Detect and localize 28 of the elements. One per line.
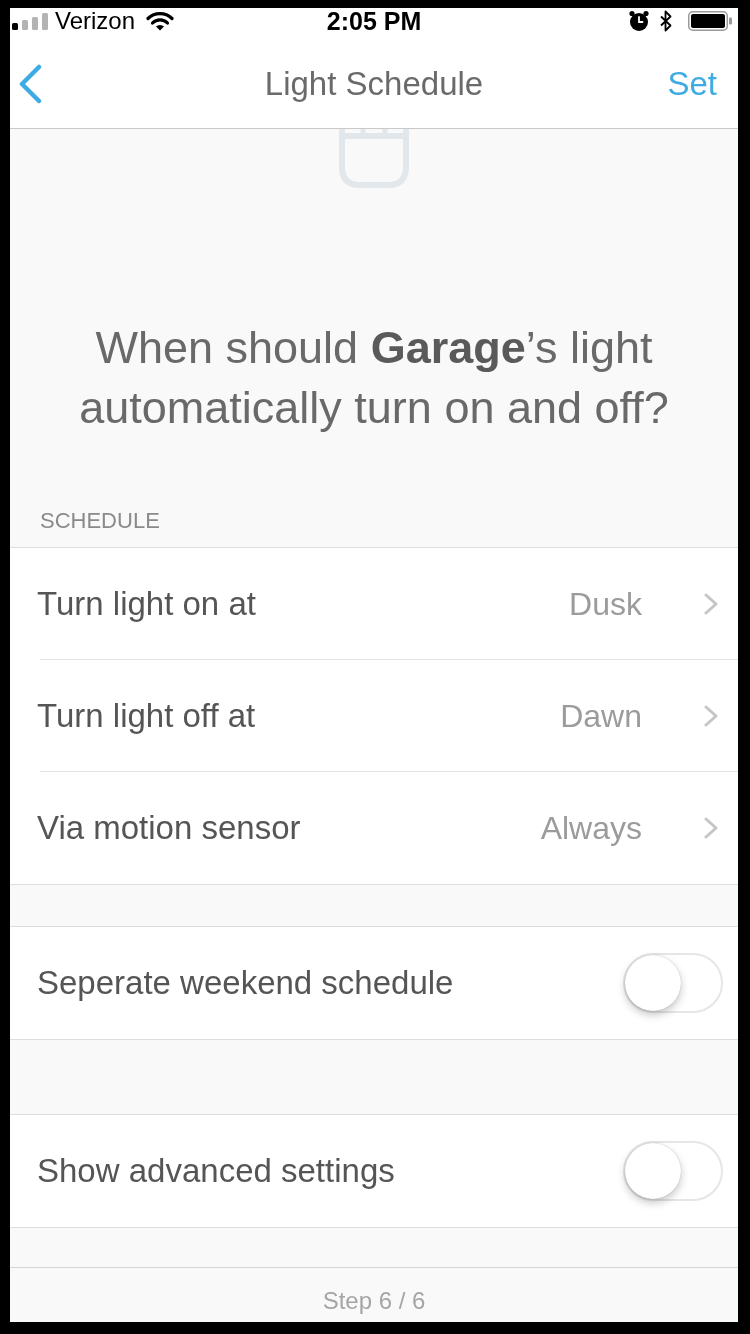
section-header: SCHEDULE xyxy=(39,508,161,535)
back-icon[interactable] xyxy=(18,64,42,104)
row-label: Via motion sensor xyxy=(37,809,302,847)
row-label: Seperate weekend schedule xyxy=(37,964,455,1002)
prompt-text: When should Garage’s light automatically turn on and off? xyxy=(78,321,670,435)
step-indicator: Step 6 / 6 xyxy=(322,1287,426,1315)
battery-icon xyxy=(688,11,732,31)
row-value: Dusk xyxy=(569,585,642,623)
chevron-icon xyxy=(704,593,718,615)
schedule-row[interactable]: Via motion sensor Always xyxy=(10,772,738,884)
chevron-icon xyxy=(704,817,718,839)
row-label: Turn light on at xyxy=(37,585,257,623)
schedule-row[interactable]: Turn light on at Dusk xyxy=(10,548,738,660)
toggle-switch[interactable] xyxy=(623,1141,723,1201)
row-value: Always xyxy=(540,809,642,847)
row-value: Dawn xyxy=(560,697,642,735)
device-icon xyxy=(338,129,410,189)
bluetooth-icon xyxy=(659,10,673,32)
toggle-switch[interactable] xyxy=(623,953,723,1013)
wifi-icon xyxy=(146,11,175,31)
carrier-name: Verizon xyxy=(55,8,136,34)
row-label: Show advanced settings xyxy=(37,1152,396,1190)
schedule-row[interactable]: Turn light off at Dawn xyxy=(10,660,738,772)
chevron-icon xyxy=(704,705,718,727)
row-label: Turn light off at xyxy=(37,697,257,735)
status-time: 2:05 PM xyxy=(326,8,422,34)
screen-title: Light Schedule xyxy=(264,64,484,104)
signal-icon xyxy=(12,12,48,30)
